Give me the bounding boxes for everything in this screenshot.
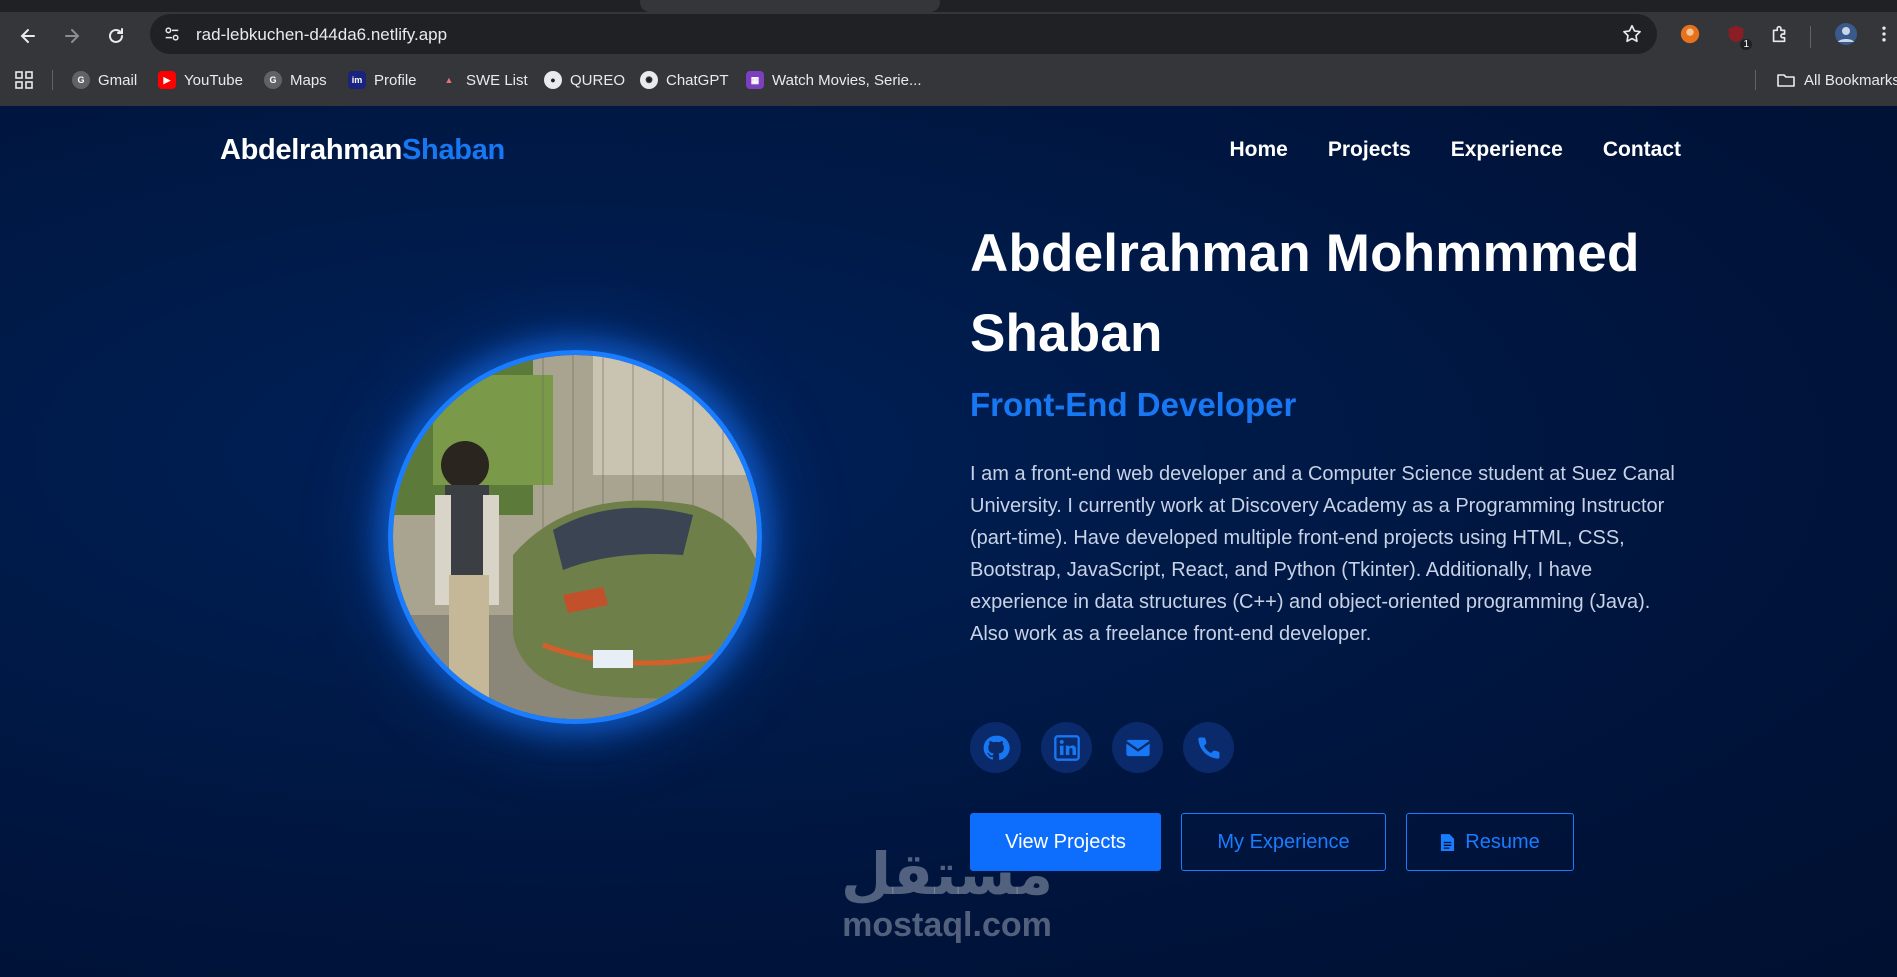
apps-grid-icon[interactable] [14, 68, 34, 92]
bookmarks-divider [1755, 70, 1756, 90]
all-bookmarks-button[interactable]: All Bookmarks [1776, 68, 1897, 92]
github-link[interactable] [970, 722, 1021, 773]
toolbar-divider [1810, 26, 1811, 48]
portfolio-page: AbdelrahmanShaban Home Projects Experien… [0, 106, 1897, 977]
bookmark-label: QUREO [570, 71, 626, 89]
resume-button[interactable]: Resume [1406, 813, 1574, 871]
menu-dots-icon[interactable] [1870, 20, 1897, 48]
resume-label: Resume [1465, 830, 1540, 853]
bookmark-chatgpt[interactable]: ✺ ChatGPT [640, 68, 729, 92]
nav-experience[interactable]: Experience [1451, 138, 1563, 162]
forward-button[interactable] [58, 22, 86, 50]
browser-chrome: rad-lebkuchen-d44da6.netlify.app 1 G Gma… [0, 0, 1897, 106]
bookmark-label: Maps [290, 71, 327, 89]
reload-button[interactable] [102, 22, 130, 50]
profile-photo [388, 350, 762, 724]
bookmark-label: SWE List [466, 71, 528, 89]
bookmark-label: Gmail [98, 71, 138, 89]
active-tab[interactable] [640, 0, 940, 12]
mostaql-watermark: مستقل mostaql.com [832, 842, 1062, 944]
bookmarks-divider [52, 70, 53, 90]
bookmark-label: Profile [374, 71, 417, 89]
bookmark-label: ChatGPT [666, 71, 729, 89]
all-bookmarks-label: All Bookmarks [1804, 71, 1897, 89]
alien-icon: ● [544, 71, 562, 89]
address-bar[interactable]: rad-lebkuchen-d44da6.netlify.app [150, 14, 1657, 54]
profile-avatar-icon[interactable] [1832, 20, 1860, 48]
folder-icon [1777, 74, 1795, 87]
nav-projects[interactable]: Projects [1328, 138, 1411, 162]
bookmark-youtube[interactable]: ▶ YouTube [158, 68, 243, 92]
bookmark-qureo[interactable]: ● QUREO [544, 68, 625, 92]
bookmark-swe-list[interactable]: ▲ SWE List [440, 68, 528, 92]
google-icon: G [72, 71, 90, 89]
youtube-icon: ▶ [158, 71, 176, 89]
browser-toolbar: rad-lebkuchen-d44da6.netlify.app 1 [0, 12, 1897, 56]
rocket-icon: ▲ [444, 75, 454, 85]
site-info-icon[interactable] [162, 24, 182, 44]
arrow-left-icon [20, 29, 35, 43]
bookmark-label: YouTube [184, 71, 243, 89]
email-link[interactable] [1112, 722, 1163, 773]
watermark-arabic: مستقل [840, 840, 1054, 908]
extensions-puzzle-icon[interactable] [1766, 20, 1794, 48]
main-nav: Home Projects Experience Contact [1230, 138, 1681, 162]
nav-home[interactable]: Home [1230, 138, 1288, 162]
phone-icon [1197, 737, 1219, 759]
back-button[interactable] [14, 22, 42, 50]
nav-contact[interactable]: Contact [1603, 138, 1681, 162]
social-links [970, 722, 1234, 773]
linkedin-link[interactable] [1041, 722, 1092, 773]
extension-badge: 1 [1740, 39, 1752, 50]
bookmark-maps[interactable]: G Maps [264, 68, 327, 92]
file-icon [1441, 833, 1455, 851]
movie-icon: ▦ [746, 71, 764, 89]
google-icon: G [264, 71, 282, 89]
watermark-latin: mostaql.com [842, 906, 1052, 944]
tab-strip [0, 0, 1897, 12]
github-icon [983, 735, 1010, 760]
hero-name: Abdelrahman Mohmmmed Shaban [970, 224, 1640, 363]
bookmark-label: Watch Movies, Serie... [772, 71, 922, 89]
my-experience-button[interactable]: My Experience [1181, 813, 1386, 871]
logo-first-name: Abdelrahman [220, 134, 403, 166]
linkedin-icon [1053, 734, 1080, 761]
profile-icon: im [348, 71, 366, 89]
hero-role: Front-End Developer [970, 386, 1297, 423]
bookmarks-bar: G Gmail ▶ YouTube G Maps im Profile ▲ SW… [0, 62, 1897, 98]
envelope-icon [1125, 739, 1150, 756]
arrow-right-icon [65, 29, 80, 43]
bookmark-star-icon[interactable] [1621, 23, 1643, 45]
reload-icon [109, 28, 123, 43]
chatgpt-icon: ✺ [640, 71, 658, 89]
logo-last-name: Shaban [402, 134, 505, 166]
bookmark-gmail[interactable]: G Gmail [72, 68, 137, 92]
url-text: rad-lebkuchen-d44da6.netlify.app [196, 25, 448, 44]
bookmark-profile[interactable]: im Profile [348, 68, 417, 92]
bookmark-watch-movies[interactable]: ▦ Watch Movies, Serie... [746, 68, 922, 92]
extension-shield-icon[interactable]: 1 [1722, 20, 1752, 50]
extension-avatar-icon[interactable] [1676, 20, 1704, 48]
site-logo[interactable]: AbdelrahmanShaban [220, 134, 505, 167]
hero-bio: I am a front-end web developer and a Com… [970, 463, 1675, 645]
phone-link[interactable] [1183, 722, 1234, 773]
